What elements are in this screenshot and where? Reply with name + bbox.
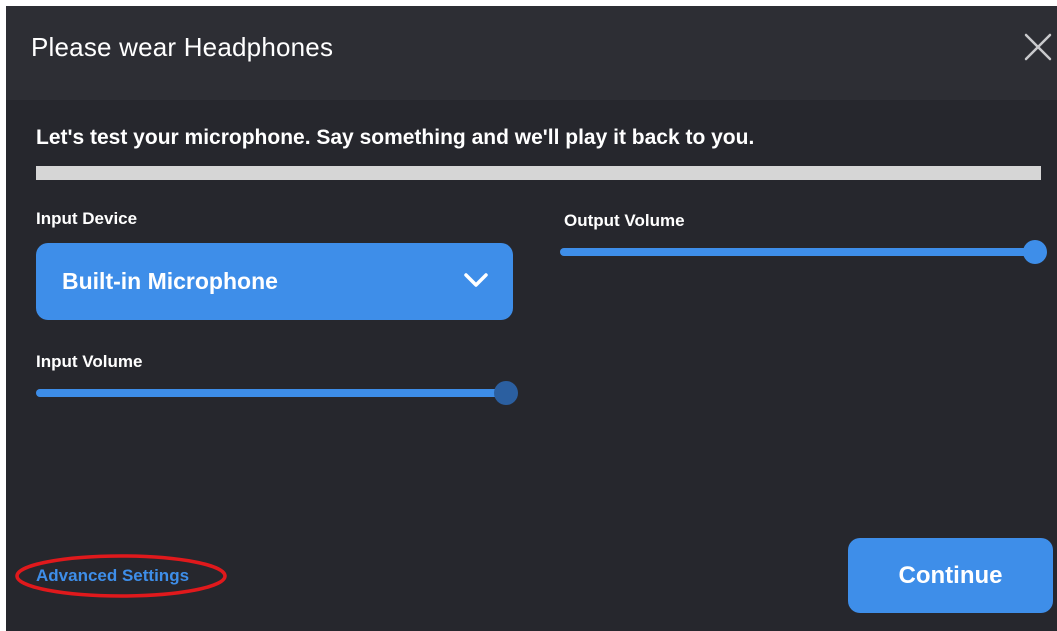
mic-test-instructions: Let's test your microphone. Say somethin… bbox=[36, 126, 755, 149]
output-volume-label: Output Volume bbox=[564, 211, 685, 230]
input-volume-fill bbox=[36, 389, 506, 397]
continue-button[interactable]: Continue bbox=[848, 538, 1053, 613]
input-volume-label: Input Volume bbox=[36, 352, 143, 371]
mic-level-meter bbox=[36, 166, 1041, 180]
output-volume-fill bbox=[560, 248, 1035, 256]
input-volume-thumb[interactable] bbox=[494, 381, 518, 405]
output-volume-thumb[interactable] bbox=[1023, 240, 1047, 264]
red-annotation-circle bbox=[15, 554, 227, 598]
close-button[interactable] bbox=[1023, 32, 1053, 62]
input-device-label: Input Device bbox=[36, 209, 138, 228]
output-volume-slider[interactable] bbox=[560, 240, 1047, 264]
input-device-dropdown[interactable]: Built-in Microphone bbox=[36, 243, 513, 320]
close-icon bbox=[1024, 33, 1052, 61]
dialog-titlebar: Please wear Headphones bbox=[6, 6, 1057, 100]
input-device-selected-value: Built-in Microphone bbox=[62, 268, 278, 294]
dialog-title: Please wear Headphones bbox=[31, 32, 334, 62]
chevron-down-icon bbox=[464, 273, 488, 287]
headphones-dialog: Please wear Headphones Let's test your m… bbox=[6, 6, 1057, 631]
input-volume-slider[interactable] bbox=[36, 381, 518, 405]
